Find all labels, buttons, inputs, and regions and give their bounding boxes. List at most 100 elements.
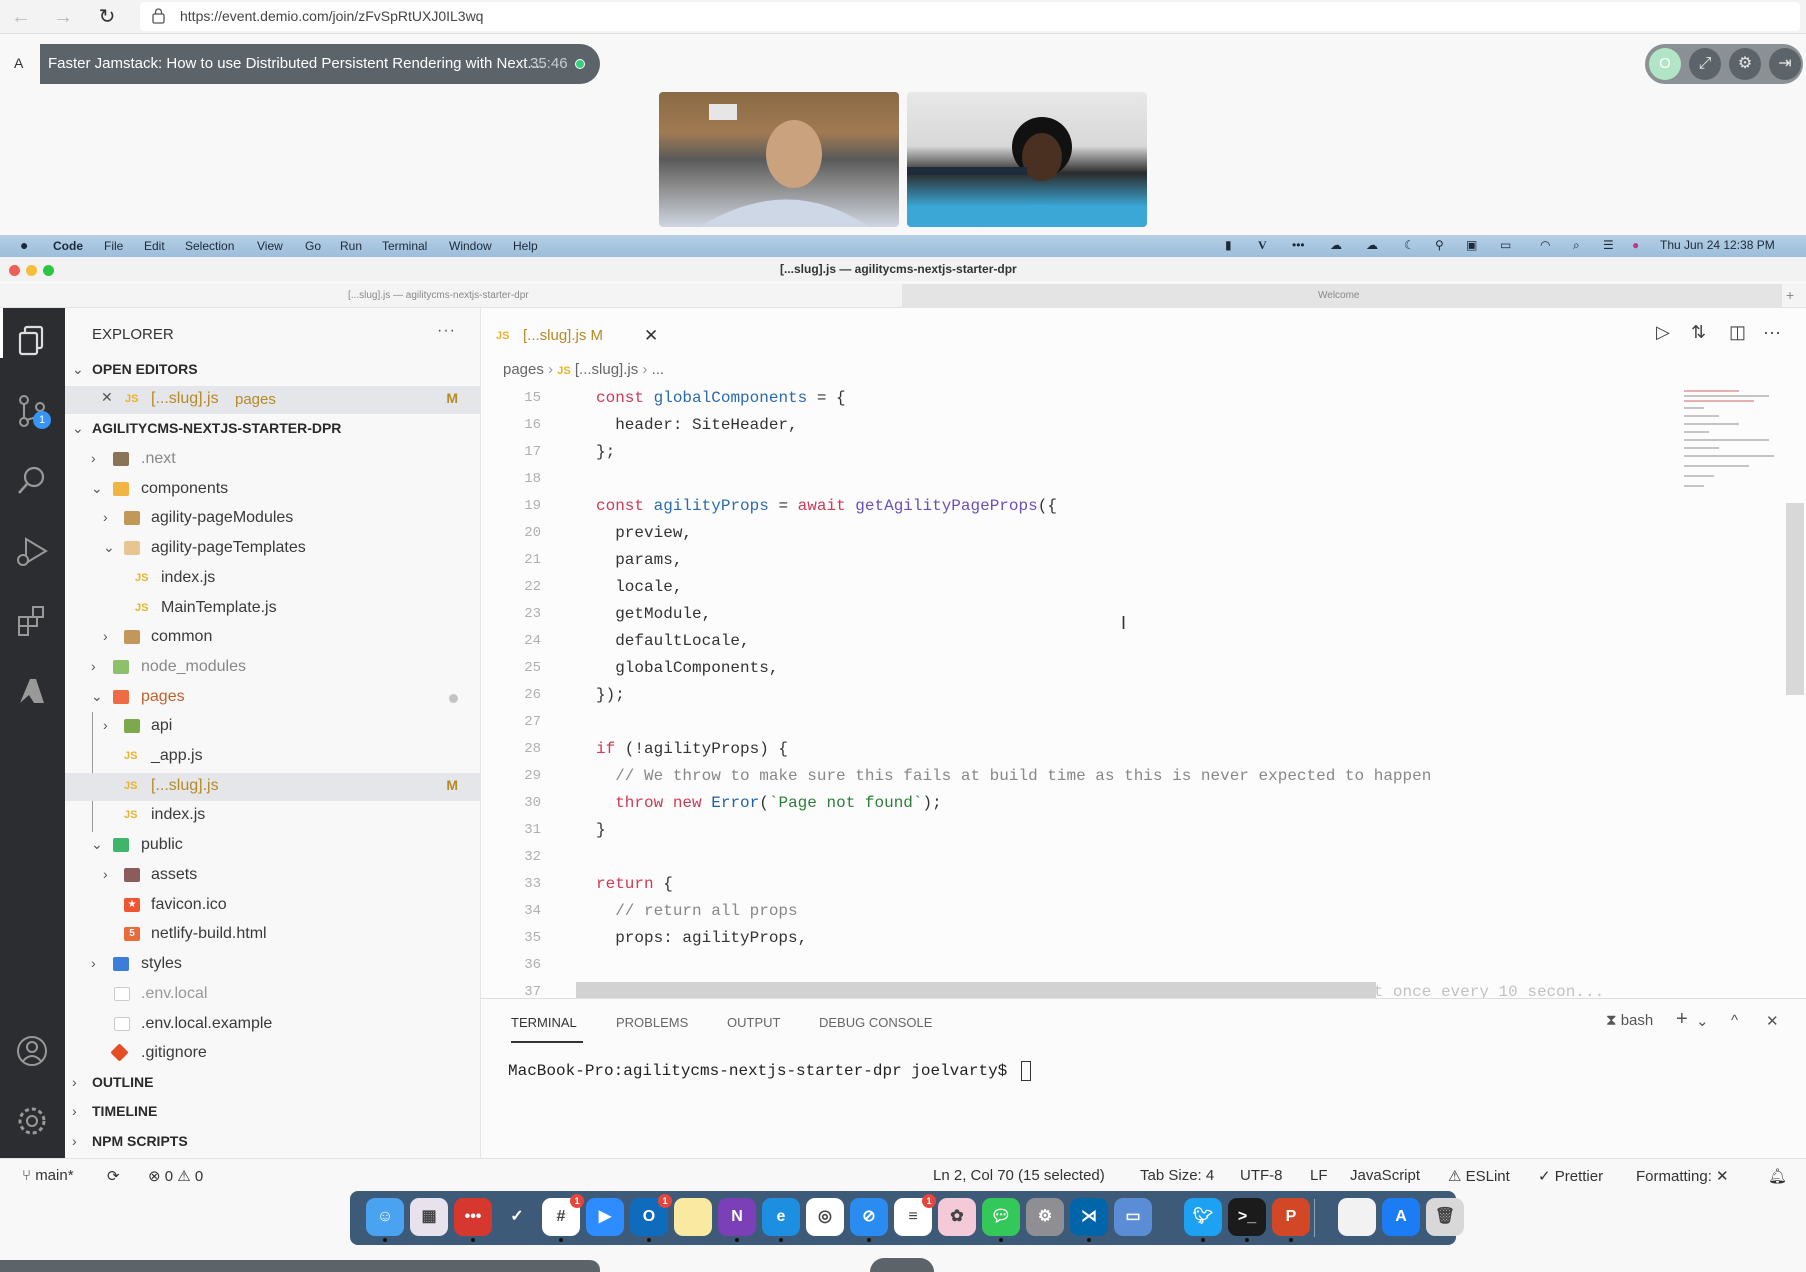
tree-item-agility-pagetemplates[interactable]: ⌄ agility-pageTemplates — [65, 535, 480, 563]
window-tab-welcome[interactable]: Welcome — [902, 284, 1782, 308]
dock-app-messages[interactable]: 💬︎ — [982, 1198, 1020, 1242]
code-line[interactable]: 30 throw new Error(`Page not found`); — [481, 791, 1661, 818]
code-line[interactable]: 16 header: SiteHeader, — [481, 413, 1661, 440]
open-editor-item[interactable]: ✕ JS [...slug].js pages M — [65, 386, 480, 414]
code-line[interactable]: 15 const globalComponents = { — [481, 386, 1661, 413]
code-line[interactable]: 24 defaultLocale, — [481, 629, 1661, 656]
tab-problems[interactable]: PROBLEMS — [616, 1015, 688, 1030]
minimap[interactable] — [1679, 386, 1779, 496]
apple-icon[interactable]: ● — [20, 237, 28, 253]
tree-item-components[interactable]: ⌄ components — [65, 476, 480, 504]
tab-terminal[interactable]: TERMINAL — [511, 1015, 577, 1030]
dock-app-documents[interactable] — [1338, 1198, 1376, 1236]
dock-app-powerpoint[interactable]: P — [1272, 1198, 1310, 1242]
address-bar[interactable]: https://event.demio.com/join/zFvSpRtUXJ0… — [140, 2, 1800, 31]
extensions-icon[interactable] — [14, 603, 50, 639]
tree-item-pages-index-js[interactable]: JS index.js — [65, 802, 480, 830]
tree-item-agility-pagemodules[interactable]: › agility-pageModules — [65, 505, 480, 533]
more-actions-button[interactable]: ··· — [437, 322, 456, 340]
menu-run[interactable]: Run — [340, 239, 362, 253]
dock-app-app-store[interactable]: A — [1382, 1198, 1420, 1236]
dock-app-photos[interactable]: ✿ — [938, 1198, 976, 1236]
dock-app-todo[interactable]: ✓ — [498, 1198, 536, 1236]
formatting-status[interactable]: Formatting: ✕ — [1636, 1167, 1729, 1185]
dock-app-onenote[interactable]: N — [718, 1198, 756, 1242]
tree-item-app-js[interactable]: JS _app.js — [65, 743, 480, 771]
sync-icon[interactable]: ⟳ — [107, 1167, 120, 1185]
battery-icon[interactable]: ▭ — [1500, 238, 1511, 252]
more-actions-icon[interactable]: ··· — [1763, 322, 1781, 343]
editor-scrollbar[interactable] — [1786, 503, 1804, 695]
maximize-panel-icon[interactable]: ^ — [1731, 1012, 1738, 1029]
account-icon[interactable] — [14, 1033, 50, 1069]
code-line[interactable]: 23 getModule, — [481, 602, 1661, 629]
code-line[interactable]: 28 if (!agilityProps) { — [481, 737, 1661, 764]
tree-item-api[interactable]: › api — [65, 713, 480, 741]
tray-app-icon[interactable]: ▮ — [1225, 238, 1232, 252]
code-line[interactable]: 29 // We throw to make sure this fails a… — [481, 764, 1661, 791]
exit-button[interactable]: ⇥ — [1769, 48, 1801, 80]
dock-app-zoom[interactable]: ▶ — [586, 1198, 624, 1236]
gear-icon[interactable] — [14, 1103, 50, 1139]
minimize-window-button[interactable] — [26, 265, 37, 276]
eslint-status[interactable]: ⚠ ESLint — [1448, 1167, 1510, 1185]
project-header[interactable]: ⌄ AGILITYCMS-NEXTJS-STARTER-DPR — [65, 416, 480, 444]
dock-app-slack[interactable]: #1 — [542, 1194, 584, 1242]
breadcrumb-folder[interactable]: pages — [503, 361, 544, 378]
tree-item-common[interactable]: › common — [65, 624, 480, 652]
menu-go[interactable]: Go — [305, 239, 321, 253]
cursor-position[interactable]: Ln 2, Col 70 (15 selected) — [933, 1167, 1105, 1184]
search-icon[interactable] — [14, 463, 50, 499]
branch-indicator[interactable]: ⑂ main* — [22, 1167, 74, 1184]
chevron-down-icon[interactable]: ⌄ — [1696, 1012, 1709, 1030]
terminal-output[interactable]: MacBook-Pro:agilitycms-nextjs-starter-dp… — [508, 1061, 1031, 1081]
menu-edit[interactable]: Edit — [144, 239, 165, 253]
dock-app-vs-code[interactable]: ⋊ — [1070, 1198, 1108, 1242]
moon-icon[interactable]: ☾ — [1404, 238, 1415, 252]
tree-item-netlify-build[interactable]: 5 netlify-build.html — [65, 921, 480, 949]
split-editor-icon[interactable]: ◫ — [1729, 322, 1746, 343]
window-tab-editor[interactable]: [...slug].js — agilitycms-nextjs-starter… — [0, 284, 900, 308]
user-avatar[interactable]: O — [1649, 48, 1681, 80]
code-line[interactable]: 31} — [481, 818, 1661, 845]
tray-v-icon[interactable]: V — [1258, 238, 1267, 253]
terminal-shell-selector[interactable]: ⧗ bash — [1606, 1012, 1653, 1029]
presenter-video-2[interactable] — [907, 92, 1147, 227]
outline-section[interactable]: › OUTLINE — [65, 1070, 480, 1098]
timeline-section[interactable]: › TIMELINE — [65, 1099, 480, 1127]
menu-file[interactable]: File — [104, 239, 123, 253]
compare-changes-icon[interactable]: ⇅ — [1691, 322, 1706, 343]
dock-app-mmhmm[interactable]: ••• — [454, 1198, 492, 1242]
dock-app-terminal[interactable]: >_ — [1228, 1198, 1266, 1242]
demio-bottom-handle[interactable] — [870, 1258, 934, 1272]
close-panel-icon[interactable]: ✕ — [1766, 1012, 1779, 1030]
line-ending[interactable]: LF — [1310, 1167, 1328, 1184]
menu-window[interactable]: Window — [449, 239, 492, 253]
tray-figure-icon[interactable]: ⚲ — [1435, 238, 1444, 252]
prettier-status[interactable]: ✓ Prettier — [1538, 1167, 1603, 1185]
dock-app-twitter[interactable]: 🐦︎ — [1184, 1198, 1222, 1242]
problems-indicator[interactable]: ⊗ 0 ⚠ 0 — [148, 1167, 203, 1185]
close-tab-icon[interactable]: ✕ — [644, 326, 658, 346]
tree-item-pages[interactable]: ⌄ pages — [65, 684, 480, 712]
language-mode[interactable]: JavaScript — [1350, 1167, 1420, 1184]
code-line[interactable]: 21 params, — [481, 548, 1661, 575]
siri-icon[interactable]: ● — [1632, 238, 1639, 252]
reload-button[interactable]: ↻ — [94, 4, 120, 30]
menu-help[interactable]: Help — [513, 239, 538, 253]
notifications-bell-icon[interactable]: 🔔︎ — [1768, 1167, 1787, 1185]
menu-view[interactable]: View — [257, 239, 283, 253]
tree-item-favicon[interactable]: ★ favicon.ico — [65, 892, 480, 920]
zoom-window-button[interactable] — [43, 265, 54, 276]
open-editors-header[interactable]: ⌄ OPEN EDITORS — [65, 357, 480, 385]
files-icon[interactable] — [14, 323, 50, 359]
tree-item-maintemplate-js[interactable]: JS MainTemplate.js — [65, 595, 480, 623]
dock-app-outlook[interactable]: O1 — [630, 1194, 672, 1242]
fullscreen-button[interactable]: ⤢ — [1689, 48, 1721, 80]
azure-icon[interactable] — [14, 673, 50, 709]
menu-selection[interactable]: Selection — [185, 239, 234, 253]
tree-item-index-js[interactable]: JS index.js — [65, 565, 480, 593]
tree-item-node-modules[interactable]: › node_modules — [65, 654, 480, 682]
menubar-clock[interactable]: Thu Jun 24 12:38 PM — [1660, 238, 1775, 252]
dock-app-screen-sharing[interactable]: ▭ — [1114, 1198, 1152, 1236]
